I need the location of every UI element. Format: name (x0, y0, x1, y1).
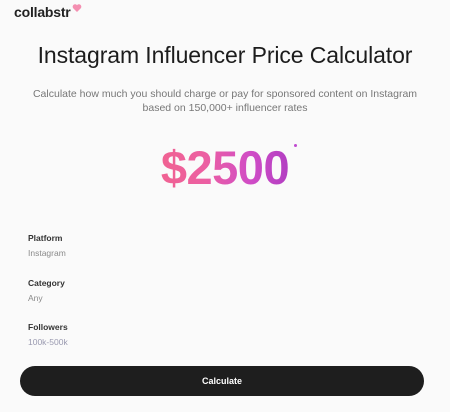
followers-select[interactable]: 100k-500k (28, 337, 68, 347)
heart-icon (72, 4, 81, 12)
followers-label: Followers (28, 322, 68, 332)
platform-label: Platform (28, 233, 63, 243)
sparkle-icon (294, 144, 297, 147)
followers-field[interactable]: Followers 100k-500k (28, 322, 68, 347)
calculate-button[interactable]: Calculate (20, 366, 424, 396)
category-field[interactable]: Category Any (28, 278, 65, 303)
page-subtitle: Calculate how much you should charge or … (32, 88, 418, 114)
logo[interactable]: collabstr (14, 4, 71, 20)
header: collabstr (14, 0, 82, 24)
category-select[interactable]: Any (28, 293, 65, 303)
page-title: Instagram Influencer Price Calculator (37, 42, 413, 68)
platform-field[interactable]: Platform Instagram (28, 233, 66, 258)
price-value: $2500 (161, 138, 290, 198)
category-label: Category (28, 278, 65, 288)
price-result: $2500 (0, 138, 450, 198)
platform-select[interactable]: Instagram (28, 248, 66, 258)
